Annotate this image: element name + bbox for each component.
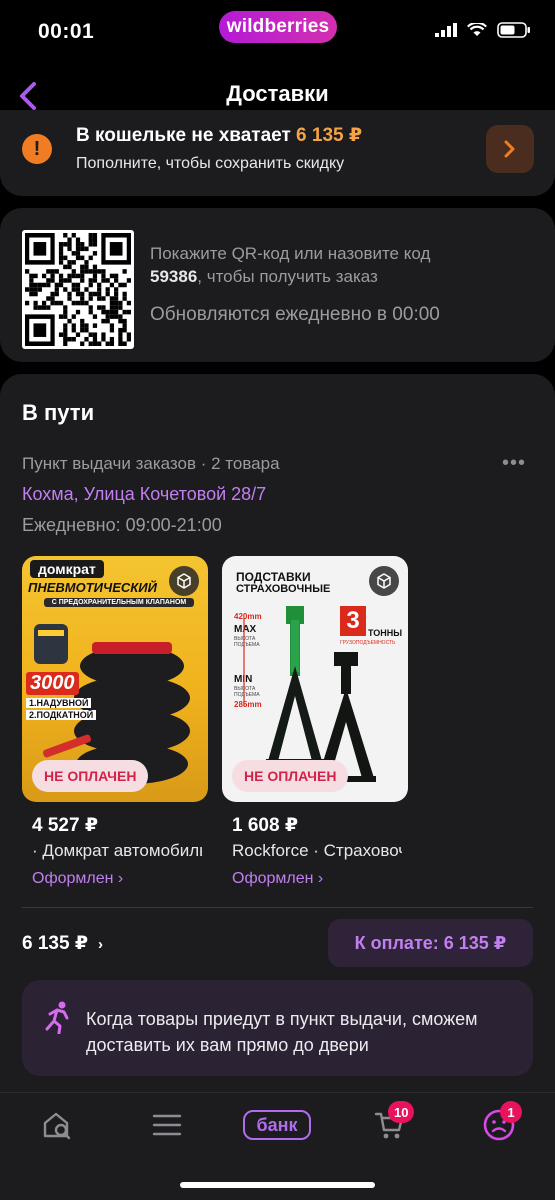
cart-count-badge: 10 xyxy=(388,1101,415,1123)
qr-instruction-text: Покажите QR-код или назовите код xyxy=(150,244,431,263)
tab-home[interactable] xyxy=(32,1107,82,1143)
wifi-icon xyxy=(467,23,487,36)
door-delivery-text: Когда товары приедут в пункт выдачи, смо… xyxy=(86,1009,478,1055)
door-delivery-banner[interactable]: Когда товары приедут в пункт выдачи, смо… xyxy=(22,980,533,1076)
warning-icon: ! xyxy=(22,134,52,164)
qr-instruction: Покажите QR-код или назовите код 59386, … xyxy=(150,242,490,288)
product-name: · Домкрат автомобильный xyxy=(32,841,202,860)
qr-code[interactable] xyxy=(22,230,134,349)
status-icons xyxy=(435,22,531,38)
product-image-list1: 1.НАДУВНОЙ xyxy=(26,698,92,708)
product-image[interactable]: ПОДСТАВКИ СТРАХОВОЧНЫЕ 420mm MAX ВЫСОТА … xyxy=(222,556,408,802)
qr-instruction-tail: , чтобы получить заказ xyxy=(197,267,378,286)
page-title: Доставки xyxy=(226,81,329,106)
pay-button[interactable]: К оплате: 6 135 ₽ xyxy=(328,919,533,967)
unpaid-badge: НЕ ОПЛАЧЕН xyxy=(232,760,349,792)
menu-icon xyxy=(152,1114,182,1136)
order-total-amount: 6 135 ₽ xyxy=(22,933,89,954)
product-card[interactable]: Домкрат ПНЕВМОТИЧЕСКИЙ С ПРЕДОХРАНИТЕЛЬН… xyxy=(22,556,208,888)
product-image-load: 3000 xyxy=(26,672,79,695)
brand-logo[interactable]: wildberries xyxy=(219,11,337,43)
more-options-button[interactable]: ••• xyxy=(502,452,526,475)
wallet-warning-subtitle: Пополните, чтобы сохранить скидку xyxy=(76,155,345,172)
status-bar: 00:01 wildberries xyxy=(0,0,555,60)
chevron-right-icon xyxy=(504,140,515,158)
pickup-code: 59386 xyxy=(150,267,198,286)
product-price: 1 608 ₽ xyxy=(232,815,299,836)
pickup-hours: Ежедневно: 09:00-21:00 xyxy=(22,515,222,535)
tab-catalog[interactable] xyxy=(142,1107,192,1143)
home-indicator xyxy=(180,1182,375,1188)
orders-card: В пути Пункт выдачи заказов · 2 товара •… xyxy=(0,374,555,1094)
product-name: Rockforce · Страховочные xyxy=(232,841,402,860)
wallet-topup-button[interactable] xyxy=(486,125,534,173)
cube-icon[interactable] xyxy=(369,566,399,596)
status-time: 00:01 xyxy=(38,20,95,43)
chevron-right-icon: › xyxy=(98,936,104,953)
home-search-icon xyxy=(43,1112,71,1140)
unpaid-badge: НЕ ОПЛАЧЕН xyxy=(32,760,149,792)
battery-icon xyxy=(497,22,530,38)
tab-bank[interactable]: банк xyxy=(243,1107,311,1143)
wallet-warning-text: В кошельке не хватает xyxy=(76,125,291,146)
product-status[interactable]: Оформлен › xyxy=(232,870,408,888)
pickup-address[interactable]: Кохма, Улица Кочетовой 28/7 xyxy=(22,484,266,505)
section-title-in-transit: В пути xyxy=(22,400,95,425)
cube-icon[interactable] xyxy=(169,566,199,596)
product-image-list2: 2.ПОДКАТНОЙ xyxy=(26,710,97,720)
product-card[interactable]: ПОДСТАВКИ СТРАХОВОЧНЫЕ 420mm MAX ВЫСОТА … xyxy=(222,556,408,888)
profile-count-badge: 1 xyxy=(500,1101,522,1123)
wallet-missing-amount: 6 135 ₽ xyxy=(296,125,363,146)
pickup-point-label: Пункт выдачи заказов · 2 товара xyxy=(22,454,280,473)
qr-update-note: Обновляются ежедневно в 00:00 xyxy=(150,304,440,325)
qr-code-image xyxy=(25,233,131,346)
qr-card: Покажите QR-код или назовите код 59386, … xyxy=(0,208,555,362)
order-total[interactable]: 6 135 ₽ › xyxy=(22,932,103,955)
product-price: 4 527 ₽ xyxy=(32,815,99,836)
signal-icon xyxy=(435,23,457,37)
product-status[interactable]: Оформлен › xyxy=(32,870,208,888)
product-image[interactable]: Домкрат ПНЕВМОТИЧЕСКИЙ С ПРЕДОХРАНИТЕЛЬН… xyxy=(22,556,208,802)
wallet-warning-title: В кошельке не хватает 6 135 ₽ xyxy=(76,124,362,147)
bank-label: банк xyxy=(243,1110,311,1140)
runner-icon xyxy=(45,1001,69,1034)
wallet-warning-card[interactable]: ! В кошельке не хватает 6 135 ₽ Пополнит… xyxy=(0,110,555,196)
divider xyxy=(22,907,533,908)
